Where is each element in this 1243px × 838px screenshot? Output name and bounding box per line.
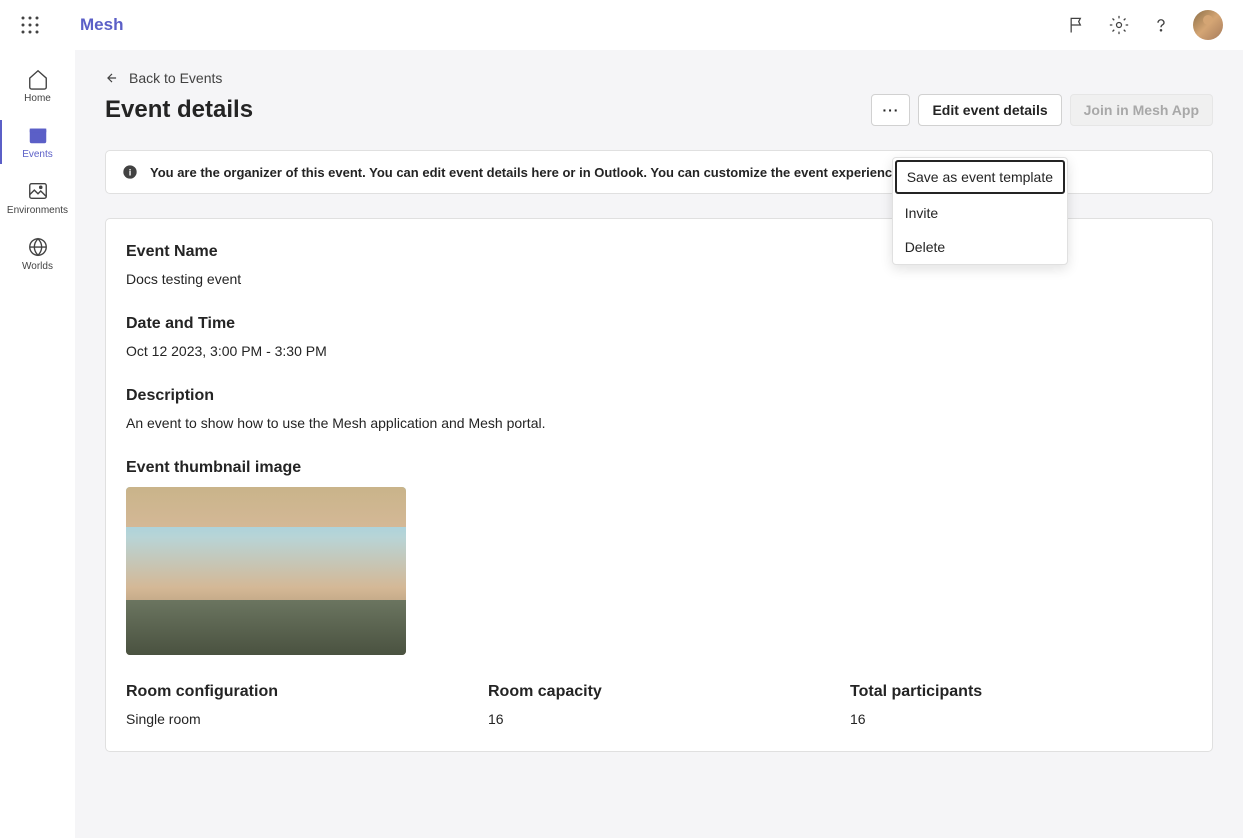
environments-icon (27, 180, 49, 202)
total-participants-value: 16 (850, 711, 1192, 727)
datetime-label: Date and Time (126, 315, 1192, 333)
edit-event-button[interactable]: Edit event details (918, 94, 1061, 126)
user-avatar[interactable] (1193, 10, 1223, 40)
room-capacity-label: Room capacity (488, 683, 830, 701)
event-name-value: Docs testing event (126, 271, 1192, 287)
thumbnail-label: Event thumbnail image (126, 459, 1192, 477)
app-title: Mesh (80, 15, 123, 35)
arrow-left-icon (105, 71, 119, 85)
page-title: Event details (105, 96, 253, 124)
home-icon (27, 68, 49, 90)
total-participants-label: Total participants (850, 683, 1192, 701)
sidebar-item-worlds[interactable]: Worlds (0, 226, 75, 282)
sidebar: Home Events Environments (0, 50, 75, 838)
description-label: Description (126, 387, 1192, 405)
flag-icon[interactable] (1067, 15, 1087, 35)
dropdown-item-delete[interactable]: Delete (893, 230, 1067, 264)
room-config-value: Single room (126, 711, 468, 727)
banner-text: You are the organizer of this event. You… (150, 165, 983, 180)
app-launcher-icon[interactable] (20, 15, 40, 35)
event-details-card: Event Name Docs testing event Date and T… (105, 218, 1213, 752)
join-mesh-app-button[interactable]: Join in Mesh App (1070, 94, 1213, 126)
back-to-events-link[interactable]: Back to Events (105, 70, 1213, 86)
ellipsis-icon: ··· (882, 102, 899, 118)
more-options-dropdown: Save as event template Invite Delete (892, 157, 1068, 265)
dropdown-item-invite[interactable]: Invite (893, 196, 1067, 230)
dropdown-item-save-template[interactable]: Save as event template (895, 160, 1065, 194)
room-capacity-value: 16 (488, 711, 830, 727)
globe-icon (27, 236, 49, 258)
top-bar: Mesh (0, 0, 1243, 50)
settings-icon[interactable] (1109, 15, 1129, 35)
help-icon[interactable] (1151, 15, 1171, 35)
sidebar-item-home[interactable]: Home (0, 58, 75, 114)
room-config-label: Room configuration (126, 683, 468, 701)
svg-text:i: i (129, 167, 132, 177)
datetime-value: Oct 12 2023, 3:00 PM - 3:30 PM (126, 343, 1192, 359)
info-icon: i (122, 164, 138, 180)
event-thumbnail-image (126, 487, 406, 655)
content-area: Back to Events Event details ··· Edit ev… (75, 50, 1243, 838)
more-options-button[interactable]: ··· (871, 94, 910, 126)
description-value: An event to show how to use the Mesh app… (126, 415, 1192, 431)
calendar-icon (27, 124, 49, 146)
sidebar-item-events[interactable]: Events (0, 114, 75, 170)
sidebar-item-environments[interactable]: Environments (0, 170, 75, 226)
